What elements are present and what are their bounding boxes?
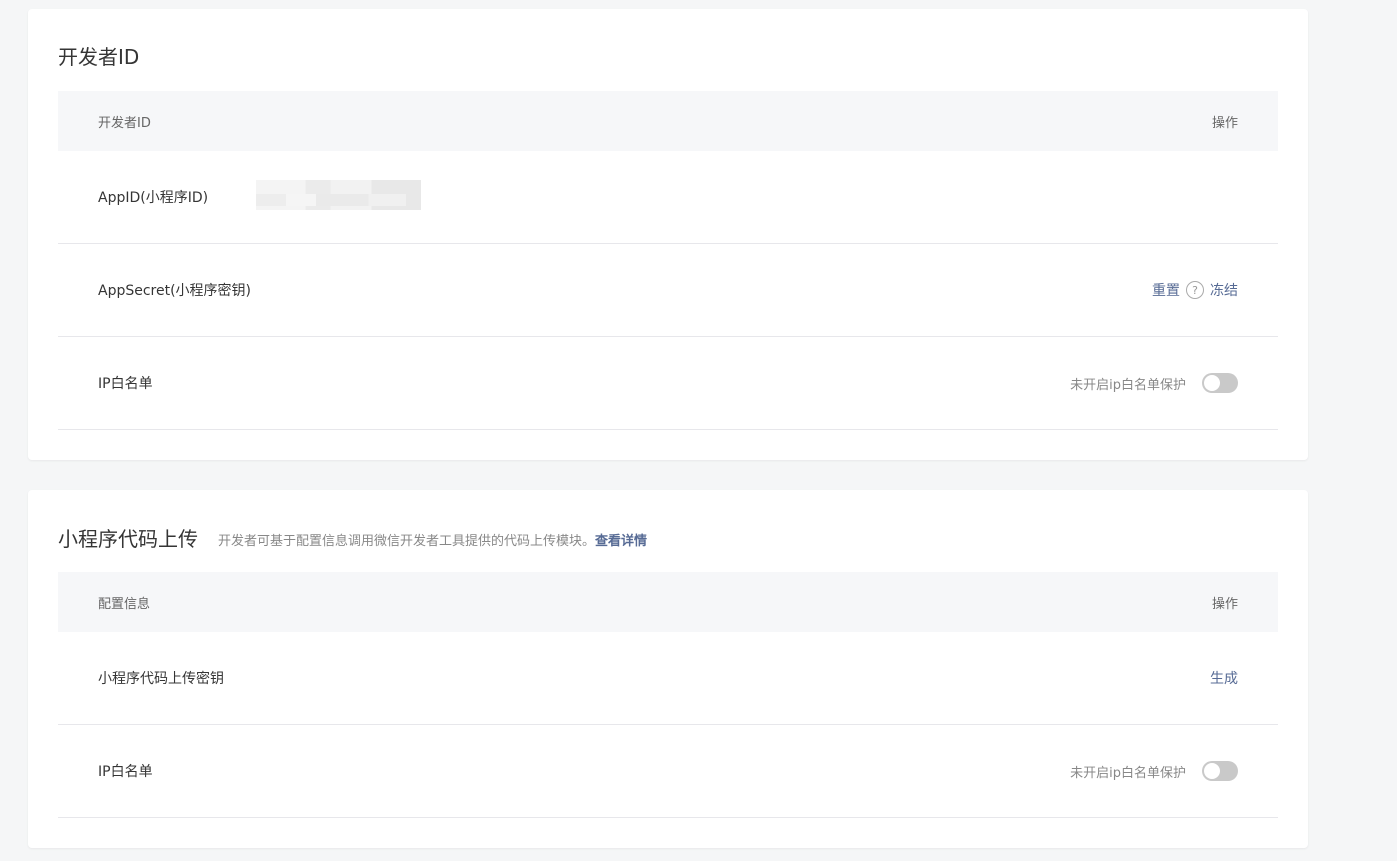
- developer-id-table: 开发者ID 操作 AppID(小程序ID) AppSecret(小程序密钥) 重…: [58, 91, 1278, 430]
- header-right-label: 操作: [1211, 596, 1238, 612]
- help-icon[interactable]: ?: [1186, 281, 1204, 299]
- ip-whitelist-row: IP白名单 未开启ip白名单保护: [58, 725, 1278, 818]
- ip-whitelist-row: IP白名单 未开启ip白名单保护: [58, 337, 1278, 430]
- developer-id-title: 开发者ID: [58, 45, 140, 69]
- ip-whitelist-label: IP白名单: [98, 764, 153, 780]
- table-header: 配置信息 操作: [58, 572, 1278, 632]
- table-header: 开发者ID 操作: [58, 91, 1278, 151]
- developer-id-card: 开发者ID 开发者ID 操作 AppID(小程序ID) AppSecret(小程…: [28, 9, 1308, 460]
- code-upload-card: 小程序代码上传 开发者可基于配置信息调用微信开发者工具提供的代码上传模块。查看详…: [28, 490, 1308, 848]
- appid-label: AppID(小程序ID): [98, 190, 209, 206]
- code-upload-description: 开发者可基于配置信息调用微信开发者工具提供的代码上传模块。查看详情: [218, 530, 647, 549]
- header-right-label: 操作: [1211, 115, 1238, 131]
- code-upload-description-text: 开发者可基于配置信息调用微信开发者工具提供的代码上传模块。: [218, 534, 596, 549]
- ip-whitelist-status: 未开启ip白名单保护: [1070, 765, 1186, 781]
- generate-key-link[interactable]: 生成: [1210, 668, 1238, 688]
- header-left-label: 开发者ID: [98, 115, 151, 131]
- code-upload-table: 配置信息 操作 小程序代码上传密钥 生成 IP白名单 未开启ip白名单保护: [58, 572, 1278, 818]
- upload-key-row: 小程序代码上传密钥 生成: [58, 632, 1278, 725]
- header-left-label: 配置信息: [98, 596, 151, 612]
- appid-row: AppID(小程序ID): [58, 151, 1278, 244]
- reset-secret-link[interactable]: 重置: [1152, 280, 1180, 300]
- appsecret-label: AppSecret(小程序密钥): [98, 283, 252, 299]
- ip-whitelist-label: IP白名单: [98, 376, 153, 392]
- ip-whitelist-status: 未开启ip白名单保护: [1070, 377, 1186, 393]
- ip-whitelist-toggle[interactable]: [1202, 373, 1238, 393]
- view-details-link[interactable]: 查看详情: [595, 534, 647, 549]
- appsecret-row: AppSecret(小程序密钥) 重置 ? 冻结: [58, 244, 1278, 337]
- appid-value-masked: [256, 180, 422, 210]
- code-upload-title: 小程序代码上传: [58, 527, 198, 551]
- freeze-secret-link[interactable]: 冻结: [1210, 280, 1238, 300]
- ip-whitelist-toggle[interactable]: [1202, 761, 1238, 781]
- upload-key-label: 小程序代码上传密钥: [98, 671, 224, 687]
